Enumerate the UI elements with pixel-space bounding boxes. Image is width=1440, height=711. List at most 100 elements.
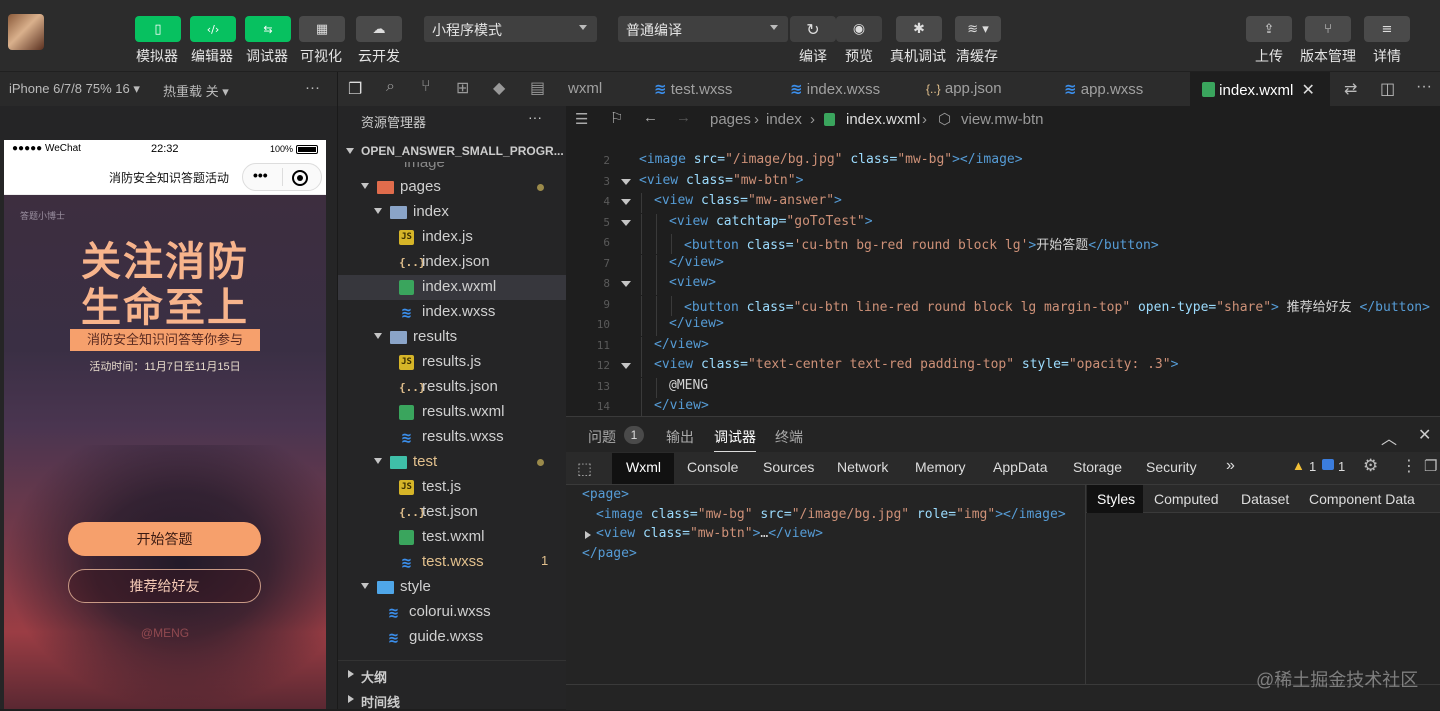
- project-root[interactable]: OPEN_ANSWER_SMALL_PROGR...: [338, 140, 567, 162]
- tab-index-wxml[interactable]: index.wxml ✕: [1190, 72, 1330, 106]
- maximize-panel-icon[interactable]: ︿: [1381, 425, 1397, 449]
- devtab-appdata[interactable]: AppData: [993, 453, 1047, 484]
- fold-chevron-icon[interactable]: [621, 178, 631, 185]
- styles-tab-component-data[interactable]: Component Data: [1309, 491, 1415, 507]
- tab-app-wxss[interactable]: ≋ app.wxss: [1064, 72, 1174, 106]
- source-control-icon[interactable]: ⑂: [421, 78, 431, 96]
- tree-item-test-json[interactable]: {..} test.json: [338, 500, 567, 525]
- fold-chevron-icon[interactable]: [621, 363, 631, 369]
- list-icon[interactable]: ☰: [575, 110, 588, 128]
- simulator-more-button[interactable]: ···: [305, 79, 320, 96]
- tab-index-wxss[interactable]: ≋ index.wxss: [790, 72, 910, 106]
- dom-node[interactable]: </page>: [582, 546, 637, 561]
- tab-terminal[interactable]: 终端: [775, 427, 803, 447]
- breadcrumb-item[interactable]: view.mw-btn: [961, 111, 1044, 128]
- forward-arrow-icon[interactable]: →: [676, 109, 691, 126]
- breadcrumb-item[interactable]: index.wxml: [846, 111, 920, 128]
- undock-icon[interactable]: ❐: [1424, 457, 1437, 475]
- dom-node[interactable]: <image class="mw-bg" src="/image/bg.jpg"…: [596, 507, 1066, 522]
- tree-item-test[interactable]: test: [338, 450, 567, 475]
- tree-item-style[interactable]: style: [338, 575, 567, 600]
- more-dots-icon[interactable]: •••: [253, 167, 268, 183]
- close-miniprogram-icon[interactable]: [292, 170, 308, 186]
- breadcrumb-item[interactable]: index: [766, 111, 802, 128]
- cloud-dev-button[interactable]: ☁: [356, 16, 402, 42]
- remote-debug-button[interactable]: ✱: [896, 16, 942, 42]
- styles-tab-dataset[interactable]: Dataset: [1241, 491, 1289, 507]
- tree-item-colorui-wxss[interactable]: ≋ colorui.wxss: [338, 600, 567, 625]
- explorer-more-button[interactable]: ···: [528, 109, 542, 125]
- devtab-storage[interactable]: Storage: [1073, 453, 1122, 484]
- tree-item-results[interactable]: results: [338, 325, 567, 350]
- tree-item-results-js[interactable]: JS results.js: [338, 350, 567, 375]
- settings-gear-icon[interactable]: ⚙: [1363, 456, 1378, 476]
- tab-app-json[interactable]: {..} app.json: [926, 72, 1036, 106]
- tab-wxml[interactable]: wxml: [566, 72, 630, 106]
- close-icon[interactable]: ✕: [1302, 82, 1315, 99]
- editor-toggle-button[interactable]: ‹/›: [190, 16, 236, 42]
- wxml-dom-tree[interactable]: <page> <image class="mw-bg" src="/image/b…: [566, 485, 1085, 684]
- preview-button[interactable]: ◉: [836, 16, 882, 42]
- details-button[interactable]: ≡: [1364, 16, 1410, 42]
- devtab-network[interactable]: Network: [837, 453, 888, 484]
- device-select[interactable]: iPhone 6/7/8 75% 16 ▾: [9, 81, 140, 97]
- tree-item-index-js[interactable]: JS index.js: [338, 225, 567, 250]
- fold-chevron-icon[interactable]: [621, 199, 631, 205]
- files-icon[interactable]: ❐: [348, 79, 362, 99]
- code-editor[interactable]: 2 <image src="/image/bg.jpg" class="mw-bg…: [566, 134, 1440, 416]
- version-control-button[interactable]: ⑂: [1305, 16, 1351, 42]
- more-tabs-button[interactable]: »: [1226, 453, 1235, 484]
- fold-chevron-icon[interactable]: [621, 219, 631, 226]
- devtab-sources[interactable]: Sources: [763, 453, 814, 484]
- panel-icon[interactable]: ▤: [530, 78, 545, 98]
- inspect-icon[interactable]: ⬚: [577, 459, 592, 479]
- timeline-section[interactable]: 时间线: [338, 688, 567, 710]
- hot-reload-select[interactable]: 热重载 关 ▾: [163, 81, 229, 100]
- styles-tab-computed[interactable]: Computed: [1154, 491, 1219, 507]
- warning-icon[interactable]: ▲: [1292, 458, 1305, 473]
- chevron-right-icon[interactable]: [585, 531, 591, 539]
- tree-item-test-wxml[interactable]: test.wxml: [338, 525, 567, 550]
- visual-toggle-button[interactable]: ▦: [299, 16, 345, 42]
- close-panel-icon[interactable]: ✕: [1418, 425, 1431, 445]
- tree-item-test-js[interactable]: JS test.js: [338, 475, 567, 500]
- clear-cache-button[interactable]: ≋ ▾: [955, 16, 1001, 42]
- tree-item-index-json[interactable]: {..} index.json: [338, 250, 567, 275]
- compare-icon[interactable]: ⇄: [1344, 79, 1357, 99]
- tree-item-test-wxss[interactable]: ≋ test.wxss 1: [338, 550, 567, 575]
- tab-test-wxss[interactable]: ≋ test.wxss: [654, 72, 764, 106]
- devtab-wxml[interactable]: Wxml: [612, 453, 674, 484]
- bookmark-icon[interactable]: ⚐: [610, 109, 623, 127]
- devtab-console[interactable]: Console: [687, 453, 738, 484]
- tab-debugger[interactable]: 调试器: [714, 427, 756, 452]
- docker-icon[interactable]: ◆: [493, 78, 505, 98]
- kebab-menu-icon[interactable]: ⋮: [1401, 456, 1417, 476]
- tab-output[interactable]: 输出: [666, 427, 694, 447]
- search-icon[interactable]: ⌕: [386, 78, 395, 96]
- tree-item-pages[interactable]: pages: [338, 175, 567, 200]
- dom-node[interactable]: <page>: [582, 487, 629, 502]
- simulator-toggle-button[interactable]: ▯: [135, 16, 181, 42]
- upload-button[interactable]: ⇪: [1246, 16, 1292, 42]
- devtab-security[interactable]: Security: [1146, 453, 1197, 484]
- tree-item-index-wxml[interactable]: index.wxml: [338, 275, 567, 300]
- tree-item-results-json[interactable]: {..} results.json: [338, 375, 567, 400]
- fold-chevron-icon[interactable]: [621, 281, 631, 287]
- extensions-icon[interactable]: ⊞: [456, 78, 469, 98]
- tree-item-results-wxml[interactable]: results.wxml: [338, 400, 567, 425]
- back-arrow-icon[interactable]: ←: [643, 109, 658, 126]
- project-avatar[interactable]: [8, 14, 44, 50]
- mode-select[interactable]: 小程序模式: [424, 16, 597, 42]
- tree-item-index[interactable]: index: [338, 200, 567, 225]
- message-icon[interactable]: [1322, 459, 1334, 470]
- start-quiz-button[interactable]: 开始答题: [68, 522, 261, 556]
- share-button[interactable]: 推荐给好友: [68, 569, 261, 603]
- debugger-toggle-button[interactable]: ⇆: [245, 16, 291, 42]
- devtab-memory[interactable]: Memory: [915, 453, 966, 484]
- outline-section[interactable]: 大纲: [338, 663, 567, 685]
- capsule-menu[interactable]: •••: [242, 163, 322, 191]
- styles-tab-styles[interactable]: Styles: [1087, 485, 1143, 513]
- tab-problems[interactable]: 问题: [588, 427, 616, 447]
- tree-item-index-wxss[interactable]: ≋ index.wxss: [338, 300, 567, 325]
- phone-screen[interactable]: ●●●●● WeChat 22:32 100% 消防安全知识答题活动 ••• 答…: [4, 140, 326, 709]
